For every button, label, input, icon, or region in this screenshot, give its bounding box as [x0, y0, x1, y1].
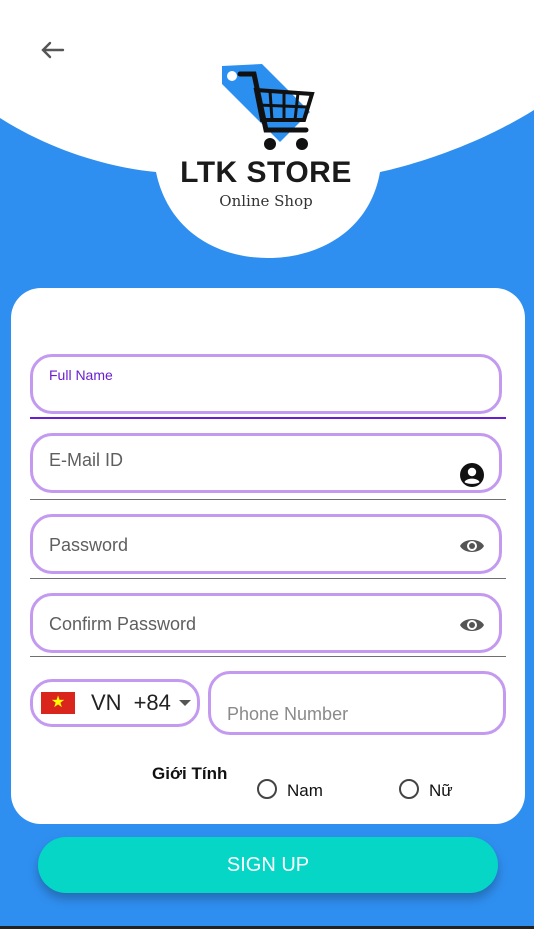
gender-radio-nu[interactable]: [399, 779, 419, 799]
gender-radio-nam[interactable]: [257, 779, 277, 799]
country-code-selector[interactable]: ★ VN +84: [30, 679, 200, 727]
brand-title: LTK STORE: [180, 156, 352, 189]
eye-icon[interactable]: [459, 533, 485, 559]
full-name-label: Full Name: [49, 367, 113, 383]
password-field[interactable]: Password: [30, 514, 502, 574]
gender-option-nu-label: Nữ: [429, 781, 453, 800]
full-name-underline: [30, 417, 506, 419]
eye-icon[interactable]: [459, 612, 485, 638]
vietnam-flag-icon: ★: [41, 692, 75, 714]
signup-button[interactable]: SIGN UP: [38, 837, 498, 893]
email-field[interactable]: E-Mail ID: [30, 433, 502, 493]
gender-option-nam-label: Nam: [287, 781, 323, 800]
gender-label: Giới Tính: [152, 764, 228, 783]
chevron-down-icon: [178, 700, 191, 706]
email-underline: [30, 499, 506, 500]
back-button[interactable]: [34, 34, 70, 66]
brand-subtitle: Online Shop: [219, 192, 313, 210]
confirm-password-placeholder: Confirm Password: [49, 614, 197, 634]
full-name-field[interactable]: Full Name: [30, 354, 502, 414]
password-underline: [30, 578, 506, 579]
arrow-left-icon: [41, 41, 65, 59]
phone-placeholder: Phone Number: [227, 704, 349, 724]
dial-code: +84: [133, 690, 171, 715]
password-placeholder: Password: [49, 535, 129, 555]
confirm-password-field[interactable]: Confirm Password: [30, 593, 502, 653]
email-placeholder: E-Mail ID: [49, 450, 124, 470]
confirm-password-underline: [30, 656, 506, 657]
country-code: VN: [91, 690, 122, 715]
account-circle-icon: [460, 463, 484, 487]
phone-number-field[interactable]: Phone Number: [208, 671, 506, 735]
